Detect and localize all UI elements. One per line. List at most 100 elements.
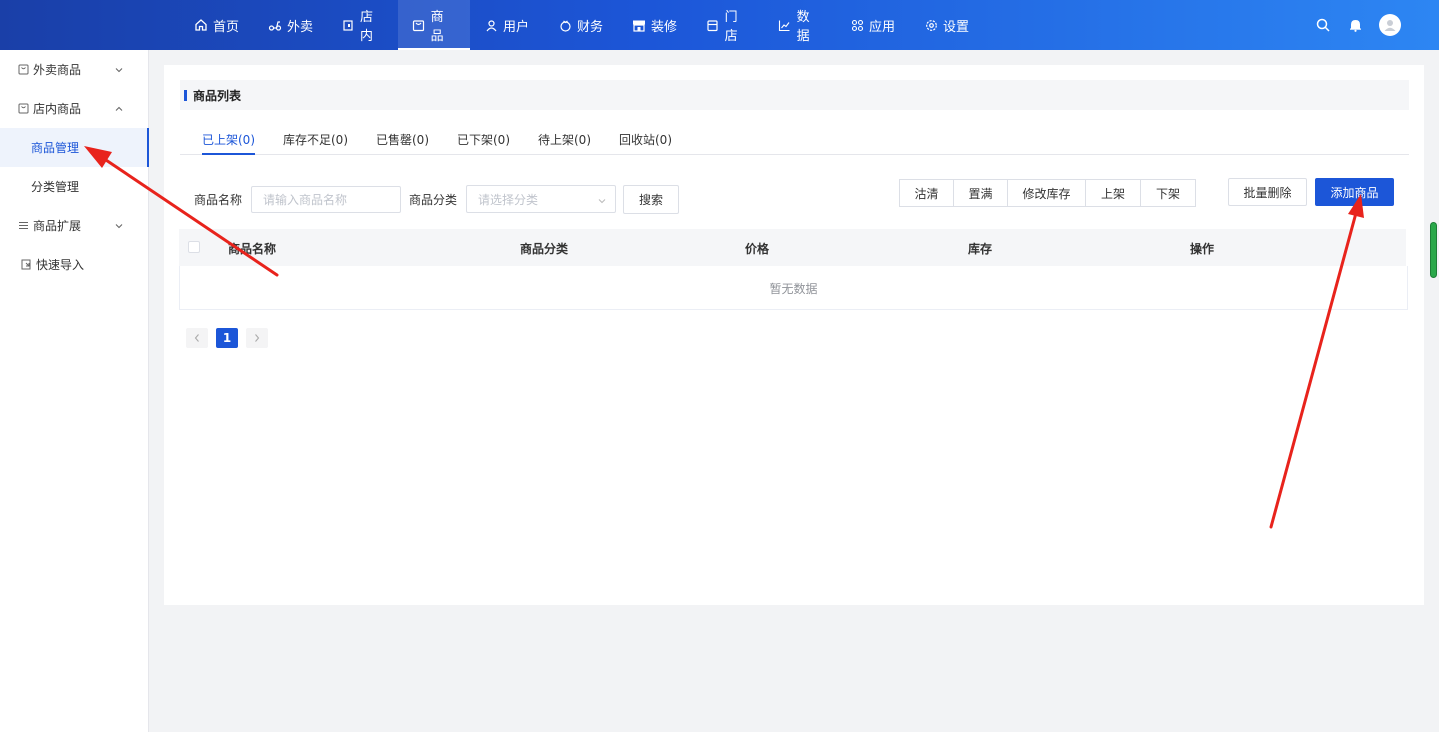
nav-finance[interactable]: 财务 [544,0,618,50]
bag-icon [17,64,29,76]
nav-label: 商品 [430,10,444,44]
nav-users[interactable]: 用户 [470,0,544,50]
status-tabs: 已上架(0) 库存不足(0) 已售罄(0) 已下架(0) 待上架(0) 回收站(… [180,125,1409,155]
category-select[interactable]: 请选择分类 [466,185,616,213]
top-right-tools [1315,0,1401,50]
nav-label: 店内 [359,10,373,44]
nav-takeout[interactable]: 外卖 [254,0,328,50]
nav-settings[interactable]: 设置 [910,0,984,50]
tab-low-stock[interactable]: 库存不足(0) [283,131,348,155]
unshelve-button[interactable]: 下架 [1141,179,1196,207]
nav-store[interactable]: 门店 [692,0,764,50]
empty-text: 暂无数据 [769,281,818,296]
import-icon [20,259,32,271]
building-icon [706,18,720,32]
sidebar-item-label: 商品管理 [31,141,80,155]
search-button-label: 搜索 [638,193,663,207]
nav-label: 外卖 [287,19,314,35]
next-page-button[interactable] [246,328,268,348]
user-icon [484,18,498,32]
list-icon [17,220,29,232]
sidebar-item-label: 快速导入 [36,258,85,272]
shelve-button[interactable]: 上架 [1086,179,1141,207]
tab-sold-out[interactable]: 已售罄(0) [376,131,429,155]
name-filter-label: 商品名称 [194,193,243,207]
sidebar-item-label: 店内商品 [33,102,82,116]
nav-decor[interactable]: 装修 [618,0,692,50]
scooter-icon [268,18,282,32]
sell-out-button[interactable]: 沽清 [899,179,954,207]
nav-label: 装修 [651,19,678,35]
shop-decor-icon [632,18,646,32]
tab-pending-shelf[interactable]: 待上架(0) [538,131,591,155]
bell-icon[interactable] [1347,17,1363,33]
apps-icon [850,18,864,32]
batch-delete-button[interactable]: 批量删除 [1228,178,1307,206]
nav-data[interactable]: 数据 [764,0,836,50]
sidebar-item-quick-import[interactable]: 快速导入 [0,245,148,284]
store-icon [342,18,355,32]
sidebar-item-goods-management[interactable]: 商品管理 [0,128,149,167]
nav-label: 财务 [577,19,604,35]
page-title: 商品列表 [193,88,242,103]
pagination: 1 [186,328,268,348]
chevron-up-icon [114,103,124,113]
home-icon [194,18,208,32]
sidebar-item-instore-goods[interactable]: 店内商品 [0,89,148,128]
search-icon[interactable] [1315,17,1331,33]
sidebar: 外卖商品 店内商品 商品管理 分类管理 商品扩展 快速导入 [0,50,149,732]
edit-stock-button[interactable]: 修改库存 [1008,179,1086,207]
column-header: 价格 [745,242,770,256]
nav-label: 门店 [724,10,738,44]
tab-recycle-bin[interactable]: 回收站(0) [619,131,672,155]
chevron-down-icon [114,220,124,230]
goods-name-input[interactable] [251,186,401,213]
nav-label: 数据 [796,10,810,44]
table-header: 商品名称 商品分类 价格 库存 操作 [179,229,1406,266]
chevron-down-icon [114,64,124,74]
category-select-placeholder: 请选择分类 [478,192,539,207]
main-nav: 首页 外卖 店内 商品 用户 财务 装修 门店 数据 应用 设置 [180,0,984,50]
scrollbar-thumb[interactable] [1430,222,1437,278]
tab-on-shelf[interactable]: 已上架(0) [202,131,255,155]
select-all-checkbox[interactable] [188,241,200,253]
sidebar-item-label: 商品扩展 [33,219,82,233]
goods-list-card: 商品列表 已上架(0) 库存不足(0) 已售罄(0) 已下架(0) 待上架(0)… [164,65,1424,605]
wallet-icon [558,18,572,32]
nav-home[interactable]: 首页 [180,0,254,50]
tab-off-shelf[interactable]: 已下架(0) [457,131,510,155]
column-header: 库存 [968,242,993,256]
nav-label: 应用 [869,19,896,35]
title-accent-bar [184,89,187,101]
column-header: 商品名称 [228,242,277,256]
bag-icon [17,103,29,115]
empty-table-row: 暂无数据 [179,266,1408,310]
search-button[interactable]: 搜索 [623,185,679,214]
batch-delete-label: 批量删除 [1243,185,1292,200]
add-goods-button[interactable]: 添加商品 [1315,178,1394,206]
sidebar-item-category-management[interactable]: 分类管理 [0,167,148,206]
gear-icon [924,18,938,32]
chart-icon [778,18,792,32]
page-number[interactable]: 1 [216,328,238,348]
sidebar-item-goods-extension[interactable]: 商品扩展 [0,206,148,245]
stock-actions: 沽清 置满 修改库存 上架 下架 [899,179,1196,207]
goods-icon [412,18,426,32]
add-goods-label: 添加商品 [1330,185,1379,200]
card-header: 商品列表 [180,80,1409,110]
column-header: 商品分类 [520,242,569,256]
top-navbar: 首页 外卖 店内 商品 用户 财务 装修 门店 数据 应用 设置 [0,0,1439,50]
category-filter-label: 商品分类 [409,193,458,207]
nav-goods[interactable]: 商品 [398,0,470,50]
avatar[interactable] [1379,14,1401,36]
sidebar-item-label: 分类管理 [31,180,80,194]
nav-apps[interactable]: 应用 [836,0,910,50]
fill-stock-button[interactable]: 置满 [954,179,1008,207]
nav-instore[interactable]: 店内 [328,0,398,50]
sidebar-item-label: 外卖商品 [33,63,82,77]
nav-label: 用户 [503,19,530,35]
column-header: 操作 [1190,242,1215,256]
sidebar-item-takeout-goods[interactable]: 外卖商品 [0,50,148,89]
prev-page-button[interactable] [186,328,208,348]
nav-label: 设置 [943,19,970,35]
